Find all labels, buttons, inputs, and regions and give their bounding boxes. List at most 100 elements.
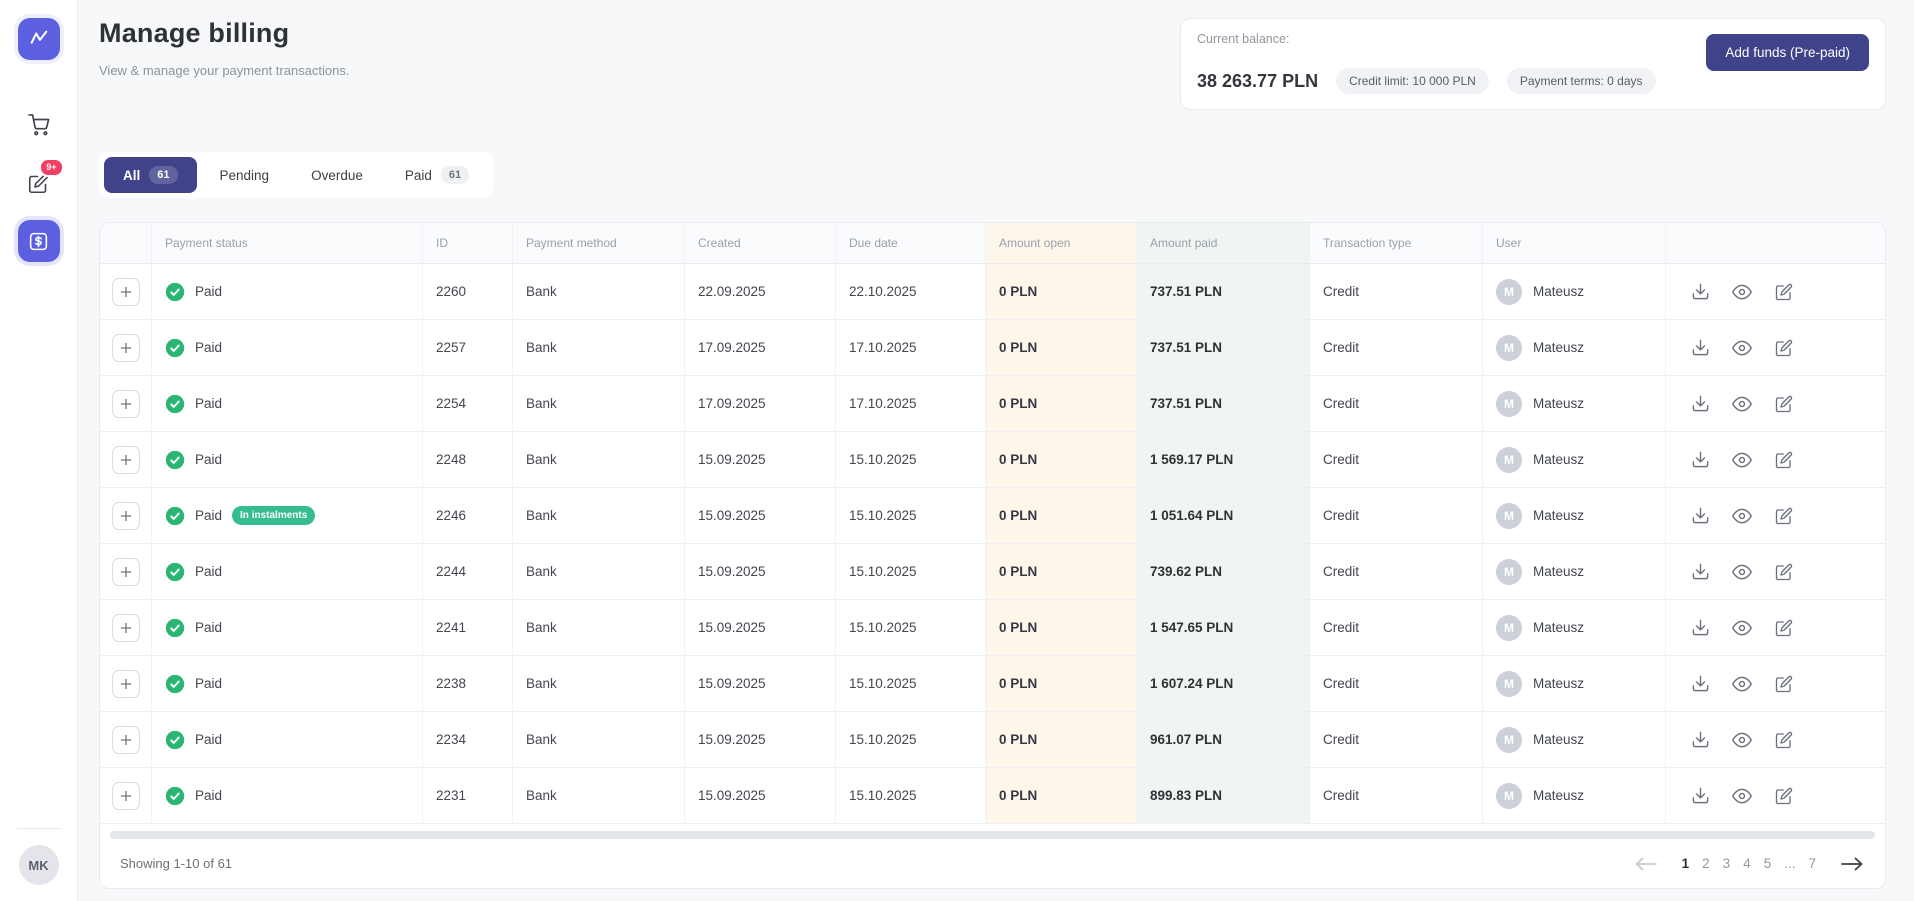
download-invoice-button[interactable] (1688, 336, 1712, 360)
user-initial: M (1504, 677, 1514, 691)
download-invoice-button[interactable] (1688, 392, 1712, 416)
view-transaction-button[interactable] (1730, 504, 1754, 528)
tab-label: All (123, 168, 140, 183)
page-titles: Manage billing View & manage your paymen… (99, 18, 350, 78)
edit-transaction-button[interactable] (1772, 504, 1796, 528)
expand-row-button[interactable] (112, 502, 140, 530)
download-invoice-button[interactable] (1688, 784, 1712, 808)
download-icon (1691, 674, 1710, 693)
payment-method: Bank (512, 768, 684, 823)
page-number-4[interactable]: 4 (1743, 856, 1751, 871)
table-row: Paid 2257 Bank 17.09.2025 17.10.2025 0 P… (100, 320, 1885, 376)
edit-icon (1775, 507, 1793, 525)
created-date: 15.09.2025 (684, 488, 835, 543)
edit-icon (1775, 787, 1793, 805)
tab-count-badge: 61 (441, 166, 469, 184)
sidebar-item-shop[interactable] (18, 104, 60, 146)
expand-row-button[interactable] (112, 558, 140, 586)
edit-transaction-button[interactable] (1772, 280, 1796, 304)
user-avatar: M (1496, 615, 1522, 641)
tab-overdue[interactable]: Overdue (292, 159, 382, 192)
arrow-left-icon (1633, 857, 1659, 871)
plus-icon (119, 621, 133, 635)
edit-transaction-button[interactable] (1772, 560, 1796, 584)
scrollbar-thumb[interactable] (110, 831, 1875, 839)
amount-paid: 1 051.64 PLN (1136, 488, 1309, 543)
expand-row-button[interactable] (112, 726, 140, 754)
amount-paid: 737.51 PLN (1136, 264, 1309, 319)
download-invoice-button[interactable] (1688, 616, 1712, 640)
download-invoice-button[interactable] (1688, 504, 1712, 528)
expand-row-button[interactable] (112, 670, 140, 698)
amount-open: 0 PLN (985, 264, 1136, 319)
view-transaction-button[interactable] (1730, 560, 1754, 584)
table-row: Paid 2260 Bank 22.09.2025 22.10.2025 0 P… (100, 264, 1885, 320)
edit-transaction-button[interactable] (1772, 728, 1796, 752)
tab-count-badge: 61 (149, 166, 177, 184)
view-transaction-button[interactable] (1730, 728, 1754, 752)
sidebar-item-billing[interactable] (18, 220, 60, 262)
edit-transaction-button[interactable] (1772, 616, 1796, 640)
payment-status-label: Paid (195, 396, 222, 411)
user-avatar: M (1496, 559, 1522, 585)
tab-pending[interactable]: Pending (201, 159, 289, 192)
paid-check-icon (165, 786, 185, 806)
transaction-type: Credit (1309, 656, 1482, 711)
expand-row-button[interactable] (112, 278, 140, 306)
view-transaction-button[interactable] (1730, 336, 1754, 360)
view-transaction-button[interactable] (1730, 616, 1754, 640)
next-page-button[interactable] (1839, 857, 1865, 871)
view-transaction-button[interactable] (1730, 448, 1754, 472)
view-transaction-button[interactable] (1730, 280, 1754, 304)
amount-paid: 1 547.65 PLN (1136, 600, 1309, 655)
previous-page-button[interactable] (1633, 857, 1659, 871)
header-actions (1665, 223, 1885, 263)
credit-limit-badge: Credit limit: 10 000 PLN (1336, 68, 1489, 94)
plus-icon (119, 733, 133, 747)
created-date: 17.09.2025 (684, 320, 835, 375)
due-date: 15.10.2025 (835, 656, 985, 711)
due-date: 22.10.2025 (835, 264, 985, 319)
payment-method: Bank (512, 376, 684, 431)
view-transaction-button[interactable] (1730, 392, 1754, 416)
transaction-id: 2241 (422, 600, 512, 655)
view-transaction-button[interactable] (1730, 784, 1754, 808)
expand-row-button[interactable] (112, 782, 140, 810)
expand-row-button[interactable] (112, 334, 140, 362)
tab-all[interactable]: All 61 (104, 157, 197, 193)
tab-paid[interactable]: Paid 61 (386, 157, 488, 193)
page-number-5[interactable]: 5 (1764, 856, 1772, 871)
expand-row-button[interactable] (112, 614, 140, 642)
app-logo[interactable] (18, 18, 60, 60)
page-number-7[interactable]: 7 (1808, 856, 1816, 871)
payment-method: Bank (512, 600, 684, 655)
page-number-1[interactable]: 1 (1682, 856, 1690, 871)
user-menu-avatar[interactable]: MK (19, 845, 59, 885)
edit-transaction-button[interactable] (1772, 336, 1796, 360)
horizontal-scrollbar[interactable] (110, 831, 1875, 839)
edit-transaction-button[interactable] (1772, 784, 1796, 808)
sidebar-item-orders[interactable]: 9+ (18, 162, 60, 204)
expand-row-button[interactable] (112, 446, 140, 474)
edit-transaction-button[interactable] (1772, 672, 1796, 696)
edit-transaction-button[interactable] (1772, 448, 1796, 472)
amount-paid: 961.07 PLN (1136, 712, 1309, 767)
user-name: Mateusz (1533, 396, 1584, 411)
expand-row-button[interactable] (112, 390, 140, 418)
download-invoice-button[interactable] (1688, 448, 1712, 472)
download-icon (1691, 450, 1710, 469)
table-row: Paid 2244 Bank 15.09.2025 15.10.2025 0 P… (100, 544, 1885, 600)
amount-paid: 737.51 PLN (1136, 320, 1309, 375)
page-number-2[interactable]: 2 (1702, 856, 1710, 871)
download-invoice-button[interactable] (1688, 672, 1712, 696)
download-invoice-button[interactable] (1688, 728, 1712, 752)
view-transaction-button[interactable] (1730, 672, 1754, 696)
edit-transaction-button[interactable] (1772, 392, 1796, 416)
download-invoice-button[interactable] (1688, 280, 1712, 304)
download-invoice-button[interactable] (1688, 560, 1712, 584)
page-number-3[interactable]: 3 (1723, 856, 1731, 871)
balance-label: Current balance: (1197, 32, 1656, 46)
created-date: 15.09.2025 (684, 712, 835, 767)
tab-label: Overdue (311, 168, 363, 183)
add-funds-button[interactable]: Add funds (Pre-paid) (1706, 34, 1869, 71)
